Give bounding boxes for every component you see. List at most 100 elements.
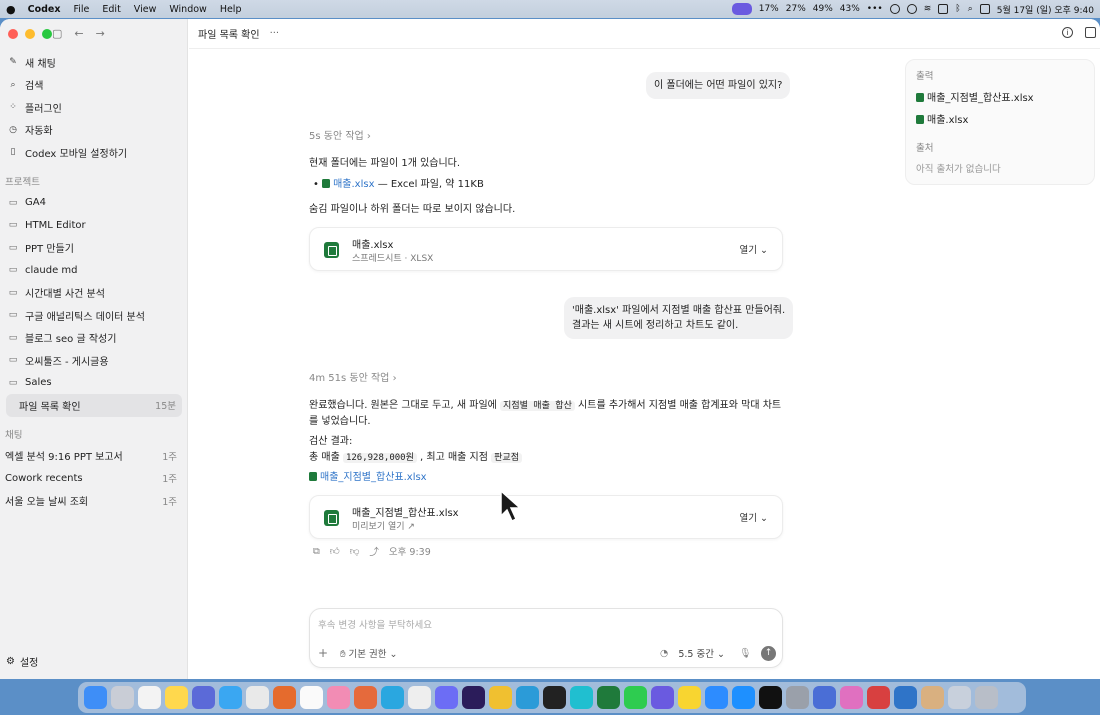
messages-icon[interactable] (624, 686, 647, 709)
wifi-icon[interactable]: ≋ (924, 4, 932, 14)
app-icon[interactable] (921, 686, 944, 709)
menu-window[interactable]: Window (169, 4, 206, 15)
sidebar-item-plugins[interactable]: ⁘ 플러그인 (0, 96, 188, 119)
menubar-clock[interactable]: 5월 17일 (일) 오후 9:40 (997, 3, 1094, 16)
app-icon[interactable] (435, 686, 458, 709)
work-duration-toggle[interactable]: 5s 동안 작업 › (309, 127, 371, 142)
settings-button[interactable]: ⚙ 설정 (6, 654, 38, 669)
app-icon[interactable] (840, 686, 863, 709)
project-item[interactable]: ▭ Sales (0, 372, 188, 395)
screen-record-icon[interactable] (731, 3, 752, 15)
more-options-button[interactable]: ··· (270, 28, 280, 39)
project-item[interactable]: ▭ GA4 (0, 192, 188, 215)
app-icon[interactable] (543, 686, 566, 709)
chat-item[interactable]: Cowork recents 1주 (0, 467, 188, 490)
system-settings-icon[interactable] (786, 686, 809, 709)
file-link[interactable]: 매출_지점별_합산표.xlsx (320, 472, 427, 483)
apple-icon[interactable]: ● (6, 3, 16, 16)
project-item[interactable]: ▭ 시간대별 사건 분석 (0, 282, 188, 305)
project-item[interactable]: ▭ HTML Editor (0, 214, 188, 237)
model-dropdown[interactable]: 5.5 중간 ⌄ (678, 646, 725, 660)
project-item[interactable]: ▭ 구글 애널리틱스 데이터 분석 (0, 304, 188, 327)
vscode-icon[interactable] (516, 686, 539, 709)
menu-help[interactable]: Help (220, 4, 242, 15)
stat-cpu[interactable]: 17% (759, 4, 779, 14)
zoom-icon[interactable] (705, 686, 728, 709)
chrome-icon[interactable] (246, 686, 269, 709)
terminal-icon[interactable] (759, 686, 782, 709)
app-icon[interactable] (192, 686, 215, 709)
project-item[interactable]: ▭ 오씨툴즈 - 게시글용 (0, 349, 188, 372)
preview-icon[interactable] (948, 686, 971, 709)
file-link[interactable]: 매출.xlsx (333, 179, 374, 190)
stat-mem[interactable]: 27% (786, 4, 806, 14)
active-chat-item[interactable]: 파일 목록 확인 15분 (6, 394, 182, 417)
menu-app[interactable]: Codex (28, 4, 61, 15)
clapper-icon[interactable] (489, 686, 512, 709)
open-button[interactable]: 열기 ⌄ (740, 242, 768, 256)
play-icon[interactable] (889, 4, 900, 14)
clock-icon[interactable] (906, 4, 917, 14)
output-file[interactable]: 매출_지점별_합산표.xlsx (916, 89, 1084, 104)
stat-disk[interactable]: 49% (813, 4, 833, 14)
add-attachment-button[interactable]: + (318, 646, 328, 660)
more-icon[interactable]: ••• (867, 4, 883, 14)
menu-view[interactable]: View (134, 4, 157, 15)
photos-icon[interactable] (327, 686, 350, 709)
share-icon[interactable]: ⤴ (369, 544, 379, 558)
menu-file[interactable]: File (73, 4, 89, 15)
claude-icon[interactable] (354, 686, 377, 709)
project-item[interactable]: ▭ PPT 만들기 (0, 237, 188, 260)
firefox-icon[interactable] (273, 686, 296, 709)
launchpad-icon[interactable] (111, 686, 134, 709)
output-file[interactable]: 매출.xlsx (916, 111, 1084, 126)
menu-edit[interactable]: Edit (102, 4, 120, 15)
finder-icon[interactable] (84, 686, 107, 709)
info-icon[interactable]: i (1062, 27, 1073, 38)
canva-icon[interactable] (570, 686, 593, 709)
safari-icon[interactable] (219, 686, 242, 709)
sidebar-toggle-icon[interactable]: ▢ (52, 27, 62, 40)
project-item[interactable]: ▭ claude md (0, 259, 188, 282)
trash-icon[interactable] (975, 686, 998, 709)
messenger-icon[interactable] (651, 686, 674, 709)
send-button[interactable]: ↑ (761, 645, 776, 661)
preview-link[interactable]: 미리보기 열기 ↗ (352, 519, 415, 532)
panel-toggle-icon[interactable] (1085, 27, 1096, 38)
notes-icon[interactable] (138, 686, 161, 709)
sidebar-item-new-chat[interactable]: ✎ 새 채팅 (0, 51, 188, 74)
keyboard-icon[interactable] (938, 4, 949, 14)
app-icon[interactable] (813, 686, 836, 709)
close-window-button[interactable] (8, 29, 18, 39)
file-card[interactable]: 매출_지점별_합산표.xlsx 미리보기 열기 ↗ 열기 ⌄ (309, 495, 783, 539)
stickies-icon[interactable] (165, 686, 188, 709)
microphone-icon[interactable]: 🎙︎ (739, 648, 751, 659)
telegram-icon[interactable] (381, 686, 404, 709)
sidebar-item-search[interactable]: ⌕ 검색 (0, 74, 188, 97)
forward-arrow-icon[interactable]: → (96, 27, 105, 40)
bluetooth-icon[interactable]: ᛒ (955, 4, 960, 14)
file-card[interactable]: 매출.xlsx 스프레드시트 · XLSX 열기 ⌄ (309, 227, 783, 271)
stat-battery[interactable]: 43% (840, 4, 860, 14)
work-duration-toggle[interactable]: 4m 51s 동안 작업 › (309, 369, 397, 384)
open-button[interactable]: 열기 ⌄ (740, 510, 768, 524)
excel-icon[interactable] (597, 686, 620, 709)
sidebar-item-automation[interactable]: ◷ 자동화 (0, 119, 188, 142)
thumbs-up-icon[interactable]: 👍︎ (330, 545, 340, 557)
copy-icon[interactable]: ⧉ (313, 546, 320, 557)
search-icon[interactable]: ⌕ (968, 4, 973, 14)
minimize-window-button[interactable] (25, 29, 35, 39)
calendar-icon[interactable] (300, 686, 323, 709)
composer-input[interactable]: 후속 변경 사항을 부탁하세요 (318, 617, 432, 631)
app-store-icon[interactable] (732, 686, 755, 709)
app-icon[interactable] (867, 686, 890, 709)
project-item[interactable]: ▭ 블로그 seo 글 작성기 (0, 327, 188, 350)
permission-dropdown[interactable]: ✋︎ 기본 권한 ⌄ (340, 646, 397, 660)
back-arrow-icon[interactable]: ← (74, 27, 83, 40)
kakaotalk-icon[interactable] (678, 686, 701, 709)
outlook-icon[interactable] (894, 686, 917, 709)
chatgpt-icon[interactable] (408, 686, 431, 709)
chat-item[interactable]: 엑셀 분석 9:16 PPT 보고서 1주 (0, 445, 188, 468)
sidebar-item-mobile-setup[interactable]: ▯ Codex 모바일 설정하기 (0, 141, 188, 164)
thumbs-down-icon[interactable]: 👎︎ (350, 545, 360, 557)
